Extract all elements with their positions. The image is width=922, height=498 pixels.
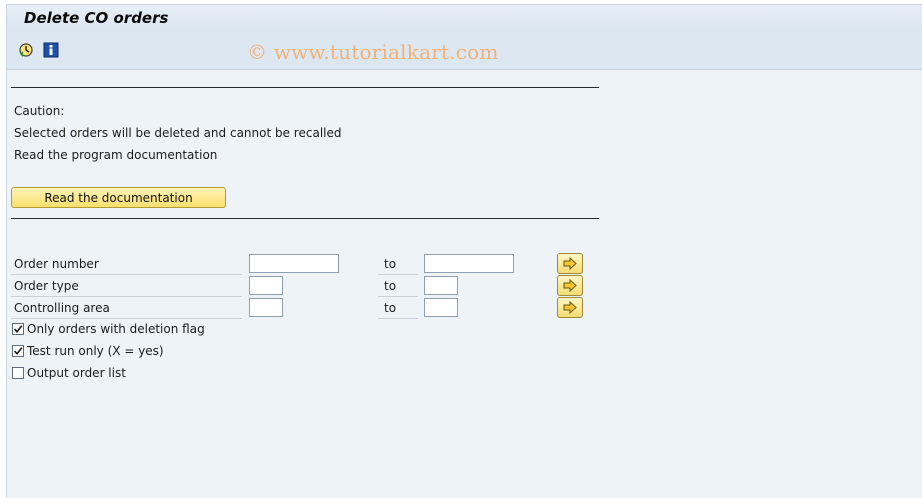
controlling-area-label: Controlling area — [11, 298, 242, 319]
arrow-right-icon — [563, 279, 577, 292]
caution-doc-hint: Read the program documentation — [14, 148, 218, 162]
arrow-right-icon — [563, 301, 577, 314]
deletion-flag-checkbox[interactable] — [12, 323, 24, 335]
separator-line — [11, 87, 599, 88]
deletion-flag-label: Only orders with deletion flag — [27, 322, 205, 336]
page-title: Delete CO orders — [24, 9, 169, 27]
order-type-multiple-selection-button[interactable] — [557, 275, 583, 296]
execute-clock-icon[interactable] — [18, 42, 34, 58]
read-documentation-button[interactable]: Read the documentation — [11, 187, 226, 208]
order-type-to-input[interactable] — [424, 276, 458, 295]
to-label: to — [378, 298, 418, 319]
checkmark-icon — [13, 325, 23, 334]
caution-heading: Caution: — [14, 104, 65, 118]
controlling-area-from-input[interactable] — [249, 298, 283, 317]
main-window: Delete CO orders © www.tutorialkart.com … — [6, 4, 922, 498]
test-run-label: Test run only (X = yes) — [27, 344, 164, 358]
order-number-to-input[interactable] — [424, 254, 514, 273]
caution-message: Selected orders will be deleted and cann… — [14, 126, 342, 140]
checkmark-icon — [13, 347, 23, 356]
order-type-label: Order type — [11, 276, 242, 297]
order-type-from-input[interactable] — [249, 276, 283, 295]
information-icon[interactable] — [43, 42, 59, 58]
output-order-list-label: Output order list — [27, 366, 126, 380]
order-number-multiple-selection-button[interactable] — [557, 253, 583, 274]
controlling-area-to-input[interactable] — [424, 298, 458, 317]
output-order-list-checkbox[interactable] — [12, 367, 24, 379]
separator-line — [11, 218, 599, 219]
arrow-right-icon — [563, 257, 577, 270]
order-number-label: Order number — [11, 254, 242, 275]
test-run-checkbox[interactable] — [12, 345, 24, 357]
to-label: to — [378, 276, 418, 297]
order-number-from-input[interactable] — [249, 254, 339, 273]
title-bar: Delete CO orders — [7, 5, 922, 32]
controlling-area-multiple-selection-button[interactable] — [557, 297, 583, 318]
watermark-text: © www.tutorialkart.com — [247, 40, 499, 64]
selection-screen: Caution: Selected orders will be deleted… — [7, 70, 922, 498]
to-label: to — [378, 254, 418, 275]
application-toolbar: © www.tutorialkart.com — [7, 32, 922, 70]
